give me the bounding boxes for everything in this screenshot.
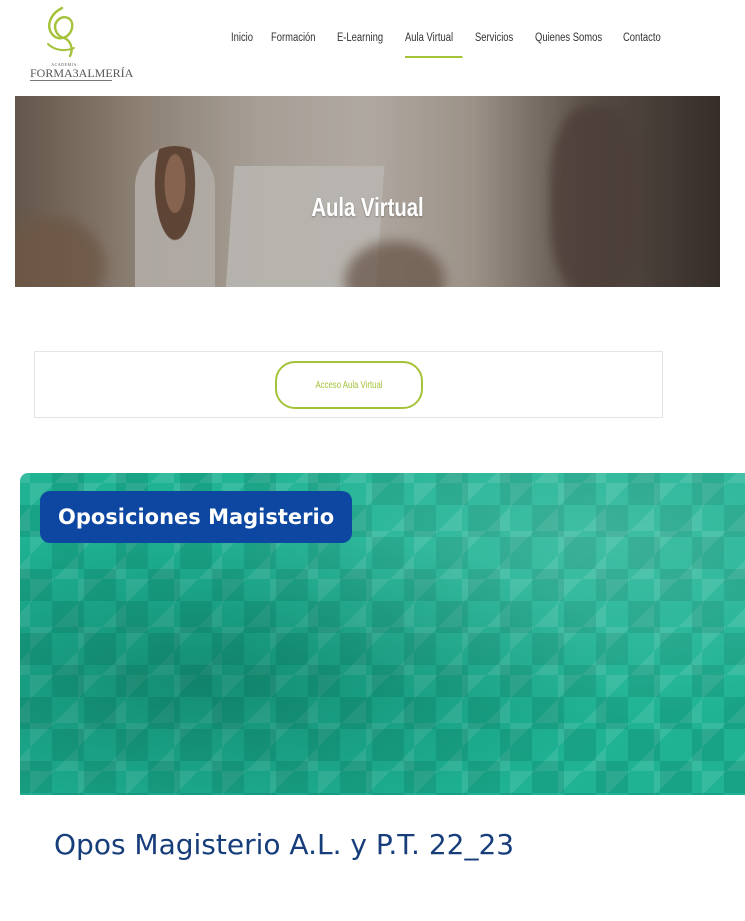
- nav-item-aula-virtual[interactable]: Aula Virtual: [405, 32, 463, 58]
- category-badge: Oposiciones Magisterio: [40, 491, 353, 543]
- access-panel: Acceso Aula Virtual: [34, 351, 663, 418]
- nav-item-inicio[interactable]: Inicio: [231, 32, 264, 44]
- access-button-label: Acceso Aula Virtual: [315, 379, 383, 391]
- nav-item-elearning[interactable]: E-Learning: [337, 32, 393, 44]
- course-card[interactable]: Oposiciones Magisterio Opos Magisterio A…: [20, 473, 745, 921]
- site-logo[interactable]: ACADEMIA FORMA3ALMERÍA: [22, 4, 134, 90]
- site-header: ACADEMIA FORMA3ALMERÍA Inicio Formación …: [0, 0, 745, 96]
- hero-banner: Aula Virtual: [15, 96, 720, 287]
- page-title: Aula Virtual: [311, 192, 424, 222]
- course-banner-image: Oposiciones Magisterio: [20, 473, 745, 795]
- nav-item-quienes-somos[interactable]: Quienes Somos: [535, 32, 607, 44]
- logo-name: FORMA3ALMERÍA: [30, 66, 134, 81]
- nav-item-contacto[interactable]: Contacto: [623, 32, 664, 44]
- course-title[interactable]: Opos Magisterio A.L. y P.T. 22_23: [54, 828, 514, 861]
- logo-mark-icon: [47, 6, 75, 58]
- access-aula-virtual-button[interactable]: Acceso Aula Virtual: [275, 361, 423, 409]
- nav-item-servicios[interactable]: Servicios: [475, 32, 524, 44]
- main-nav: Inicio Formación E-Learning Aula Virtual…: [231, 32, 673, 58]
- nav-item-formacion[interactable]: Formación: [271, 32, 325, 44]
